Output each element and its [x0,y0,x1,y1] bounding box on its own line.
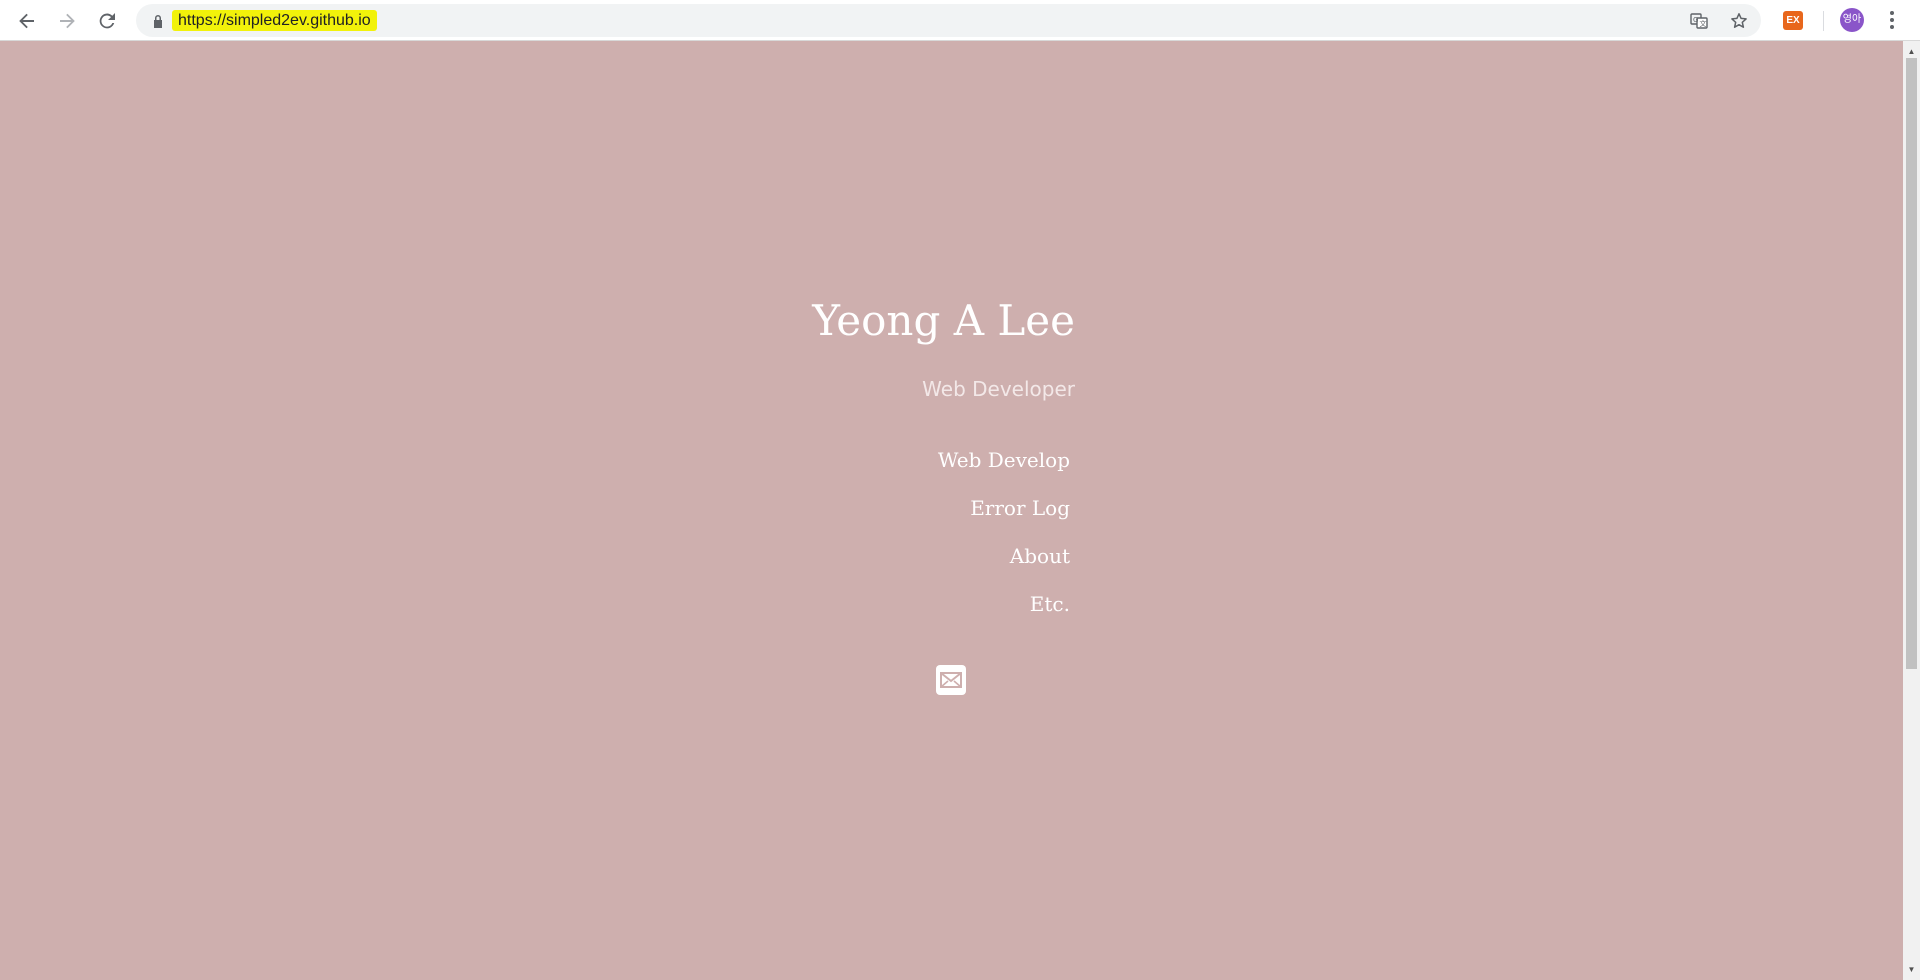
browser-toolbar: https://simpled2ev.github.io G 文 EX 영아 [0,0,1920,41]
page-content: Yeong A Lee Web Developer Web Develop Er… [0,41,1903,980]
profile-avatar[interactable]: 영아 [1840,8,1864,32]
site-title[interactable]: Yeong A Lee [812,296,1075,345]
nav-item-about[interactable]: About [938,532,1070,580]
lock-icon [154,15,162,28]
translate-button[interactable]: G 文 [1686,8,1712,34]
extension-icon[interactable]: EX [1783,11,1803,30]
back-arrow-icon [19,13,34,29]
back-button[interactable] [12,6,42,36]
reload-icon [99,13,115,29]
nav-item-etc[interactable]: Etc. [938,580,1070,628]
site-subtitle: Web Developer [922,377,1075,401]
translate-icon: G 文 [1690,13,1708,29]
scroll-down-arrow[interactable]: ▼ [1903,961,1920,978]
forward-arrow-icon [60,13,75,29]
svg-text:文: 文 [1700,19,1707,28]
reload-button[interactable] [92,6,122,36]
browser-window: https://simpled2ev.github.io G 文 EX 영아 Y… [0,0,1920,980]
vertical-scrollbar[interactable]: ▲ ▼ [1903,41,1920,980]
address-bar[interactable]: https://simpled2ev.github.io G 文 [136,4,1761,37]
bookmark-button[interactable] [1726,8,1752,34]
email-button[interactable] [936,665,966,695]
svg-text:G: G [1693,16,1698,24]
forward-button[interactable] [52,6,82,36]
toolbar-divider [1823,11,1824,31]
more-vert-icon[interactable] [1882,8,1902,32]
nav-item-web-develop[interactable]: Web Develop [938,436,1070,484]
star-icon [1731,13,1747,28]
site-nav: Web Develop Error Log About Etc. [938,436,1070,628]
scroll-thumb[interactable] [1906,58,1917,669]
url-text[interactable]: https://simpled2ev.github.io [172,10,377,31]
nav-item-error-log[interactable]: Error Log [938,484,1070,532]
mail-icon [940,672,962,688]
